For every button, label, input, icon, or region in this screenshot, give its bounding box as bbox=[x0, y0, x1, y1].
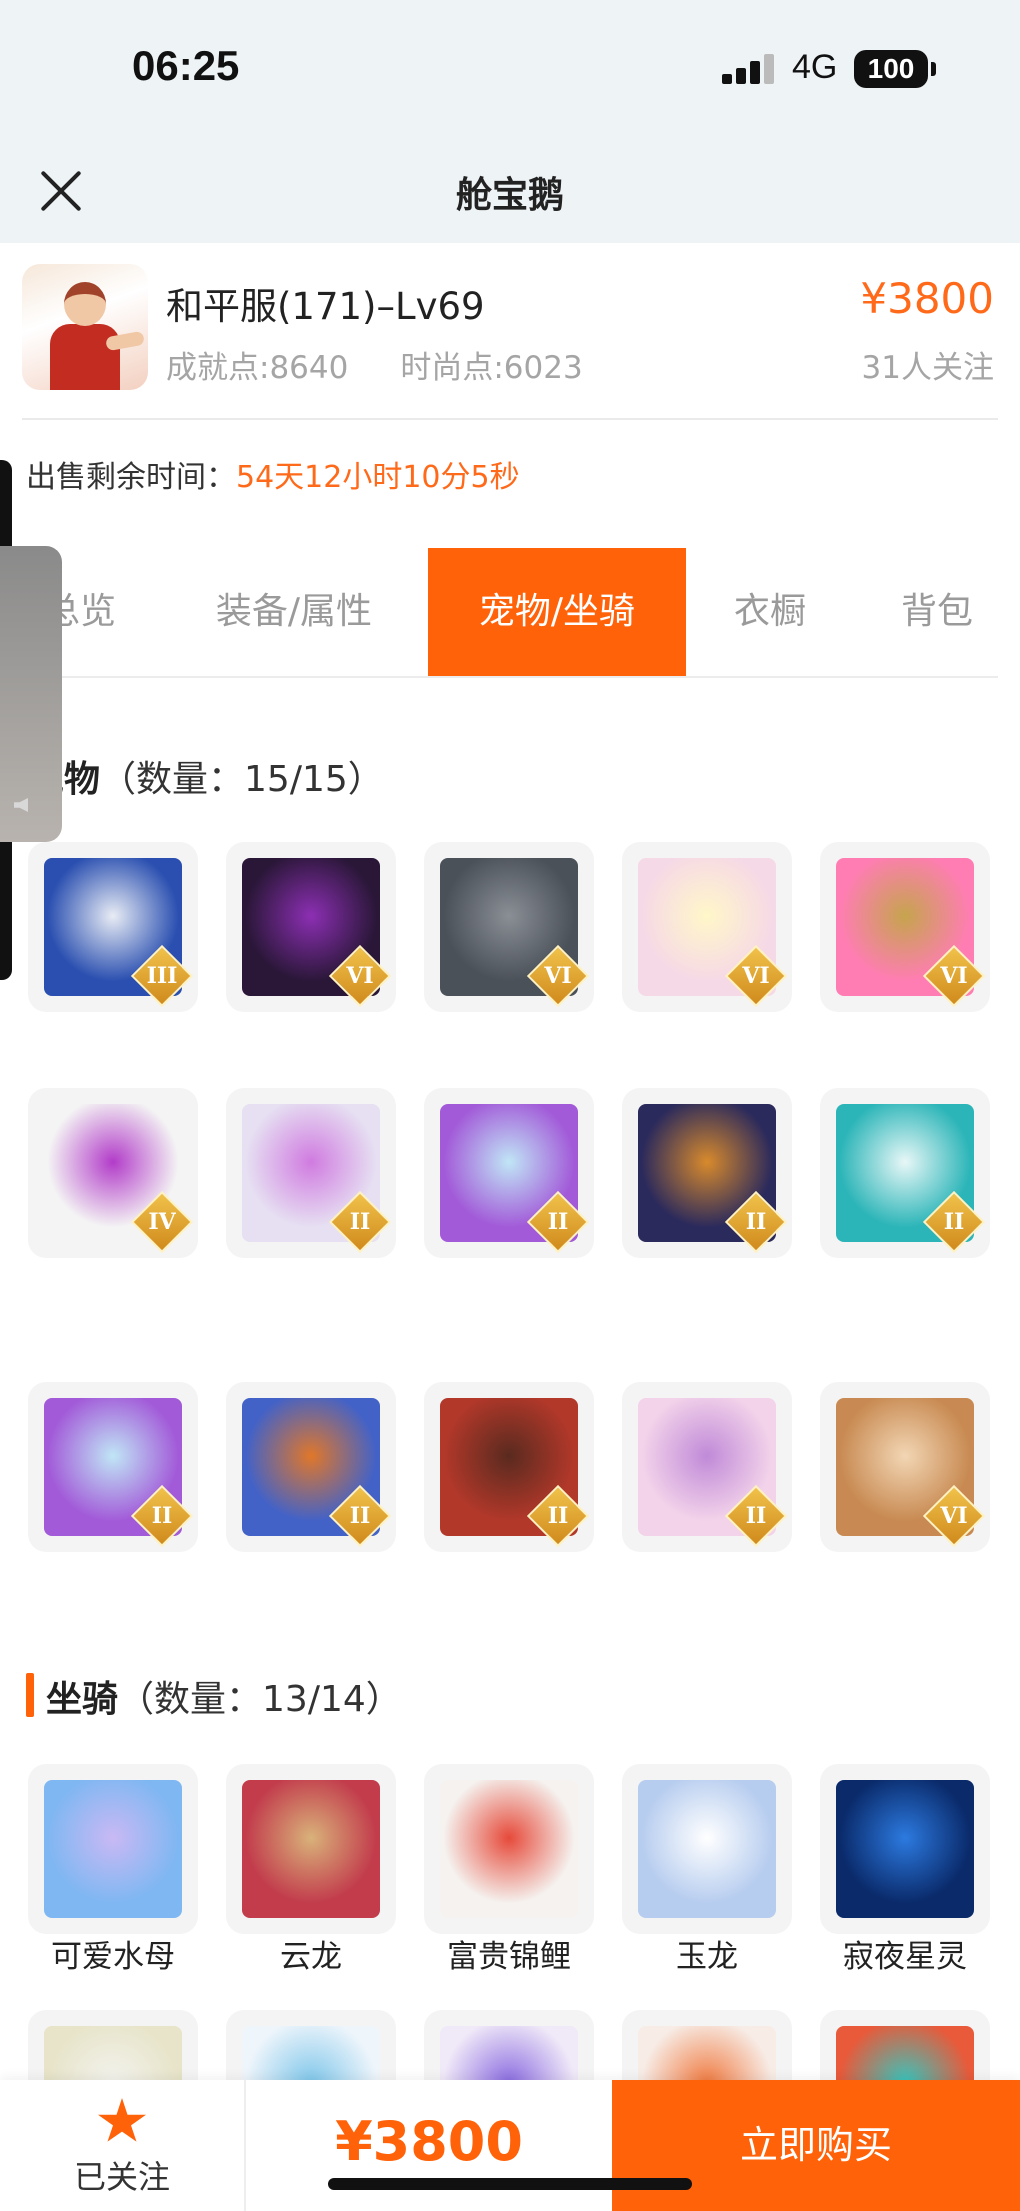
grid-card[interactable]: VI bbox=[226, 842, 396, 1012]
tier-badge-label: II bbox=[745, 1503, 767, 1529]
grid-card[interactable]: VI bbox=[820, 842, 990, 1012]
tier-badge-label: VI bbox=[742, 963, 770, 989]
mounts-heading: 坐骑（数量：13/14） bbox=[46, 1670, 402, 1722]
grid-card[interactable]: IV bbox=[28, 1088, 198, 1258]
tier-badge-label: VI bbox=[544, 963, 572, 989]
grid-card[interactable]: VI bbox=[622, 842, 792, 1012]
grid-card[interactable]: II bbox=[226, 1088, 396, 1258]
grid-card[interactable] bbox=[28, 1764, 198, 1934]
buy-now-button[interactable]: 立即购买 bbox=[612, 2080, 1020, 2211]
star-icon bbox=[98, 2098, 146, 2142]
item-name: 寂夜星灵 bbox=[843, 1939, 967, 1975]
mounts-heading-bar bbox=[26, 1673, 34, 1717]
mounts-title: 坐骑 bbox=[46, 1679, 119, 1720]
item-art bbox=[836, 1780, 974, 1918]
mounts-count: （数量：13/14） bbox=[118, 1679, 402, 1720]
bottom-price: ¥3800 bbox=[335, 2110, 523, 2173]
tier-badge-label: II bbox=[943, 1209, 965, 1235]
tab-bar: 总览 装备/属性 宠物/坐骑 衣橱 背包 bbox=[0, 548, 1020, 676]
tab-divider bbox=[22, 676, 998, 678]
grid-card[interactable]: II bbox=[820, 1088, 990, 1258]
bottom-bar: 已关注 ¥3800 立即购买 bbox=[0, 2080, 1020, 2211]
character-avatar bbox=[22, 264, 148, 390]
fashion-points: 时尚点:6023 bbox=[400, 350, 583, 386]
pets-heading: 宠物（数量：15/15） bbox=[28, 750, 384, 802]
tier-badge-label: IV bbox=[148, 1209, 176, 1235]
grid-card[interactable]: II bbox=[622, 1088, 792, 1258]
tier-badge-label: II bbox=[349, 1209, 371, 1235]
item-art bbox=[440, 1780, 578, 1918]
countdown-value: 54天12小时10分5秒 bbox=[236, 460, 520, 495]
tier-badge-label: III bbox=[146, 963, 178, 989]
tier-badge-label: VI bbox=[940, 1503, 968, 1529]
network-label: 4G bbox=[792, 48, 838, 86]
grid-card[interactable]: II bbox=[28, 1382, 198, 1552]
header: 06:25 4G 100 舱宝鹅 bbox=[0, 0, 1020, 243]
pets-count: （数量：15/15） bbox=[100, 759, 384, 800]
follow-count: 31人关注 bbox=[861, 350, 994, 386]
product-price: ¥3800 bbox=[860, 274, 994, 323]
grid-card[interactable]: VI bbox=[424, 842, 594, 1012]
tab-wardrobe[interactable]: 衣橱 bbox=[686, 548, 854, 676]
item-name: 云龙 bbox=[280, 1939, 342, 1975]
item-art bbox=[638, 1780, 776, 1918]
tier-badge-label: II bbox=[745, 1209, 767, 1235]
item-name: 可爱水母 bbox=[51, 1939, 175, 1975]
achievement-points: 成就点:8640 bbox=[166, 350, 349, 386]
signal-icon bbox=[722, 54, 778, 84]
tier-badge-label: II bbox=[547, 1503, 569, 1529]
tier-badge-label: VI bbox=[940, 963, 968, 989]
tier-badge-label: VI bbox=[346, 963, 374, 989]
tab-backpack[interactable]: 背包 bbox=[854, 548, 1020, 676]
countdown-label: 出售剩余时间： bbox=[26, 460, 236, 495]
product-meta: 成就点:8640 时尚点:6023 bbox=[166, 342, 635, 387]
tab-pets-mounts[interactable]: 宠物/坐骑 bbox=[428, 548, 686, 676]
floating-side-panel[interactable] bbox=[0, 546, 62, 842]
divider bbox=[22, 418, 998, 420]
item-name: 玉龙 bbox=[676, 1939, 738, 1975]
grid-card[interactable] bbox=[226, 1764, 396, 1934]
follow-button[interactable]: 已关注 bbox=[0, 2080, 244, 2211]
status-time: 06:25 bbox=[132, 42, 240, 89]
item-name: 富贵锦鲤 bbox=[447, 1939, 571, 1975]
item-art bbox=[242, 1780, 380, 1918]
grid-card[interactable]: III bbox=[28, 842, 198, 1012]
follow-label: 已关注 bbox=[73, 2158, 170, 2196]
tier-badge-label: II bbox=[151, 1503, 173, 1529]
grid-card[interactable]: II bbox=[424, 1382, 594, 1552]
tier-badge-label: II bbox=[349, 1503, 371, 1529]
home-indicator bbox=[328, 2178, 692, 2190]
tab-equipment[interactable]: 装备/属性 bbox=[160, 548, 428, 676]
grid-card[interactable]: II bbox=[424, 1088, 594, 1258]
grid-card[interactable] bbox=[424, 1764, 594, 1934]
item-art bbox=[44, 1780, 182, 1918]
battery-icon: 100 bbox=[854, 50, 936, 88]
grid-card[interactable]: II bbox=[622, 1382, 792, 1552]
grid-card[interactable] bbox=[622, 1764, 792, 1934]
page-title: 舱宝鹅 bbox=[455, 175, 564, 216]
speaker-icon bbox=[14, 798, 28, 812]
sale-countdown: 出售剩余时间：54天12小时10分5秒 bbox=[26, 452, 520, 496]
grid-card[interactable] bbox=[820, 1764, 990, 1934]
product-title: 和平服(171)–Lv69 bbox=[166, 285, 485, 328]
grid-card[interactable]: VI bbox=[820, 1382, 990, 1552]
grid-card[interactable]: II bbox=[226, 1382, 396, 1552]
tier-badge-label: II bbox=[547, 1209, 569, 1235]
